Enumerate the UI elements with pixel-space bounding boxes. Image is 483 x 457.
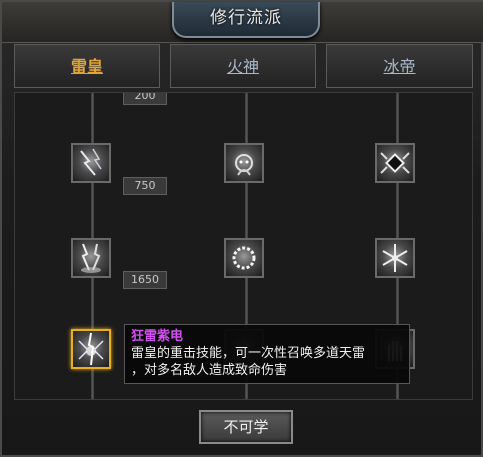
tab-label: 火神 xyxy=(226,57,259,76)
level-requirement: 750 xyxy=(123,177,167,195)
tab-fire-god[interactable]: 火神 xyxy=(170,44,316,88)
thunder-strike-icon xyxy=(81,243,101,273)
skill-tooltip: 狂雷紫电 雷皇的重击技能，可一次性召唤多道天雷 ，对多名敌人造成致命伤害 xyxy=(124,324,410,384)
window-title: 修行流派 xyxy=(210,8,282,28)
tab-ice-emperor[interactable]: 冰帝 xyxy=(326,44,473,88)
learn-skill-button[interactable]: 不可学 xyxy=(199,410,293,444)
fire-ring-icon xyxy=(232,246,256,270)
tab-thunder-emperor[interactable]: 雷皇 xyxy=(14,44,160,88)
purple-thunder-icon xyxy=(78,332,104,366)
tab-label: 冰帝 xyxy=(383,57,416,76)
title-plate: 修行流派 xyxy=(172,2,320,38)
skill-description-line-1: 雷皇的重击技能，可一次性召唤多道天雷 xyxy=(131,346,366,361)
level-requirement: 200 xyxy=(123,93,167,105)
skill-slot-thunder-2[interactable] xyxy=(71,238,111,278)
skill-window: 修行流派 雷皇 火神 冰帝 200 750 1650 狂雷紫电 雷皇的重击技能，… xyxy=(0,0,483,457)
skill-name: 狂雷紫电 xyxy=(131,329,184,344)
lightning-storm-icon xyxy=(80,148,102,176)
school-tabs: 雷皇 火神 冰帝 xyxy=(14,44,473,90)
skill-slot-ice-1[interactable] xyxy=(375,143,415,183)
fire-spirit-icon xyxy=(235,154,253,176)
skill-slot-thunder-1[interactable] xyxy=(71,143,111,183)
ice-shield-icon xyxy=(380,152,410,174)
level-requirement: 1650 xyxy=(123,271,167,289)
skill-slot-ice-2[interactable] xyxy=(375,238,415,278)
skill-description-line-2: ，对多名敌人造成致命伤害 xyxy=(131,363,288,378)
skill-slot-thunder-3[interactable] xyxy=(71,329,111,369)
skill-slot-fire-1[interactable] xyxy=(224,143,264,183)
snowflake-icon xyxy=(382,244,408,272)
skill-slot-fire-2[interactable] xyxy=(224,238,264,278)
tab-label: 雷皇 xyxy=(70,57,103,76)
